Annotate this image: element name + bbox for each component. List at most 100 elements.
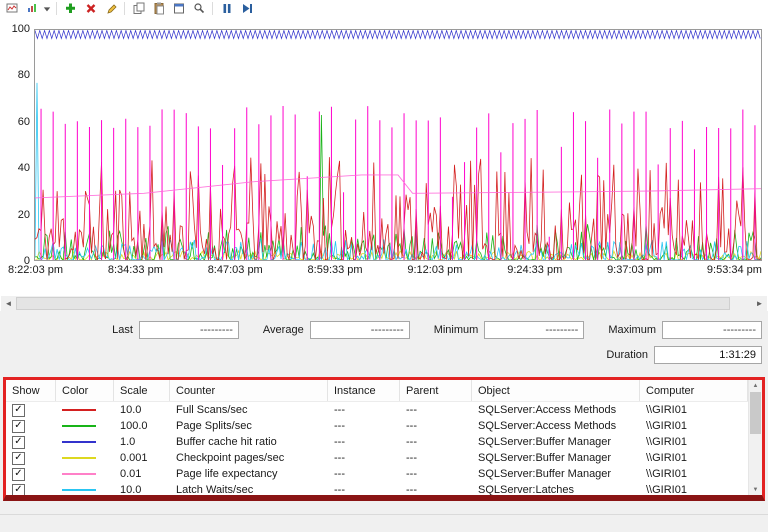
properties-icon: [173, 2, 185, 15]
instance-cell: ---: [328, 436, 400, 448]
show-checkbox[interactable]: ✓: [12, 404, 25, 417]
show-checkbox[interactable]: ✓: [12, 420, 25, 433]
vertical-scrollbar-thumb[interactable]: [750, 392, 761, 434]
chart-area: 100806040200 8:22:03 pm8:34:33 pm8:47:03…: [0, 17, 768, 282]
x-tick: 9:37:03 pm: [607, 264, 662, 276]
computer-cell: \\GIRI01: [640, 420, 748, 432]
column-header-counter[interactable]: Counter: [170, 380, 328, 401]
column-header-show[interactable]: Show: [6, 380, 56, 401]
toolbar-separator: [56, 2, 57, 15]
properties-button[interactable]: [169, 1, 188, 16]
scroll-up-arrow-icon[interactable]: ▲: [749, 380, 762, 391]
instance-cell: ---: [328, 420, 400, 432]
scroll-right-arrow-icon[interactable]: ►: [752, 296, 767, 311]
graph-type-dropdown[interactable]: [42, 1, 52, 16]
object-cell: SQLServer:Latches: [472, 484, 640, 495]
legend-body: ✓10.0Full Scans/sec------SQLServer:Acces…: [6, 402, 748, 495]
view-current-activity-button[interactable]: [2, 1, 21, 16]
legend-header-row: ShowColorScaleCounterInstanceParentObjec…: [6, 380, 748, 402]
legend-row[interactable]: ✓1.0Buffer cache hit ratio------SQLServe…: [6, 434, 748, 450]
counter-cell: Page Splits/sec: [170, 420, 328, 432]
color-swatch-cell: [56, 409, 114, 411]
last-label: Last: [112, 324, 133, 336]
parent-cell: ---: [400, 420, 472, 432]
parent-cell: ---: [400, 452, 472, 464]
y-tick: 40: [18, 162, 30, 174]
legend-row[interactable]: ✓0.01Page life expectancy------SQLServer…: [6, 466, 748, 482]
highlight-button[interactable]: [101, 1, 120, 16]
x-tick: 9:12:03 pm: [407, 264, 462, 276]
scrollbar-thumb[interactable]: [16, 297, 730, 310]
stats-row-values: Last --------- Average --------- Minimum…: [0, 321, 762, 339]
scroll-down-arrow-icon[interactable]: ▼: [749, 484, 762, 495]
column-header-computer[interactable]: Computer: [640, 380, 748, 401]
object-cell: SQLServer:Access Methods: [472, 420, 640, 432]
legend-row[interactable]: ✓100.0Page Splits/sec------SQLServer:Acc…: [6, 418, 748, 434]
x-tick: 8:34:33 pm: [108, 264, 163, 276]
color-swatch-cell: [56, 425, 114, 427]
scroll-left-arrow-icon[interactable]: ◄: [1, 296, 16, 311]
scale-cell: 0.001: [114, 452, 170, 464]
color-swatch: [62, 489, 96, 491]
counter-cell: Checkpoint pages/sec: [170, 452, 328, 464]
toolbar-separator: [124, 2, 125, 15]
counter-cell: Page life expectancy: [170, 468, 328, 480]
legend-row[interactable]: ✓10.0Latch Waits/sec------SQLServer:Latc…: [6, 482, 748, 495]
freeze-display-button[interactable]: [217, 1, 236, 16]
update-data-button[interactable]: [237, 1, 256, 16]
add-counter-button[interactable]: [61, 1, 80, 16]
column-header-object[interactable]: Object: [472, 380, 640, 401]
y-tick: 60: [18, 116, 30, 128]
change-graph-type-button[interactable]: [22, 1, 41, 16]
show-checkbox[interactable]: ✓: [12, 452, 25, 465]
column-header-color[interactable]: Color: [56, 380, 114, 401]
stats-row-duration: Duration 1:31:29: [0, 346, 762, 364]
scrollbar-track[interactable]: [16, 296, 752, 311]
copy-properties-icon: [133, 2, 145, 15]
legend-row[interactable]: ✓0.001Checkpoint pages/sec------SQLServe…: [6, 450, 748, 466]
show-checkbox[interactable]: ✓: [12, 468, 25, 481]
last-value-box: ---------: [139, 321, 239, 339]
object-cell: SQLServer:Buffer Manager: [472, 436, 640, 448]
zoom-button[interactable]: [189, 1, 208, 16]
object-cell: SQLServer:Buffer Manager: [472, 452, 640, 464]
scale-cell: 10.0: [114, 404, 170, 416]
color-swatch-cell: [56, 489, 114, 491]
x-tick: 9:53:34 pm: [707, 264, 762, 276]
show-checkbox[interactable]: ✓: [12, 436, 25, 449]
show-checkbox[interactable]: ✓: [12, 484, 25, 496]
vertical-scrollbar[interactable]: ▲ ▼: [748, 380, 762, 495]
delete-icon: [85, 2, 97, 15]
column-header-instance[interactable]: Instance: [328, 380, 400, 401]
instance-cell: ---: [328, 484, 400, 495]
column-header-parent[interactable]: Parent: [400, 380, 472, 401]
color-swatch: [62, 409, 96, 411]
parent-cell: ---: [400, 404, 472, 416]
change-graph-type-icon: [26, 2, 38, 15]
delete-counter-button[interactable]: [81, 1, 100, 16]
paste-counter-list-button[interactable]: [149, 1, 168, 16]
show-checkbox-cell: ✓: [6, 420, 56, 433]
x-tick: 8:59:33 pm: [308, 264, 363, 276]
parent-cell: ---: [400, 436, 472, 448]
color-swatch-cell: [56, 473, 114, 475]
toolbar: [0, 0, 768, 17]
y-axis-labels: 100806040200: [4, 29, 30, 261]
legend-row[interactable]: ✓10.0Full Scans/sec------SQLServer:Acces…: [6, 402, 748, 418]
scale-cell: 1.0: [114, 436, 170, 448]
computer-cell: \\GIRI01: [640, 484, 748, 495]
show-checkbox-cell: ✓: [6, 452, 56, 465]
computer-cell: \\GIRI01: [640, 404, 748, 416]
minimum-label: Minimum: [434, 324, 479, 336]
counter-cell: Latch Waits/sec: [170, 484, 328, 495]
counter-legend-table: ShowColorScaleCounterInstanceParentObjec…: [6, 380, 748, 495]
y-tick: 20: [18, 209, 30, 221]
column-header-scale[interactable]: Scale: [114, 380, 170, 401]
duration-label: Duration: [606, 349, 648, 361]
computer-cell: \\GIRI01: [640, 436, 748, 448]
x-axis-labels: 8:22:03 pm8:34:33 pm8:47:03 pm8:59:33 pm…: [8, 261, 762, 282]
maximum-value-box: ---------: [662, 321, 762, 339]
copy-properties-button[interactable]: [129, 1, 148, 16]
y-tick: 80: [18, 69, 30, 81]
horizontal-scrollbar[interactable]: ◄ ►: [1, 296, 767, 311]
